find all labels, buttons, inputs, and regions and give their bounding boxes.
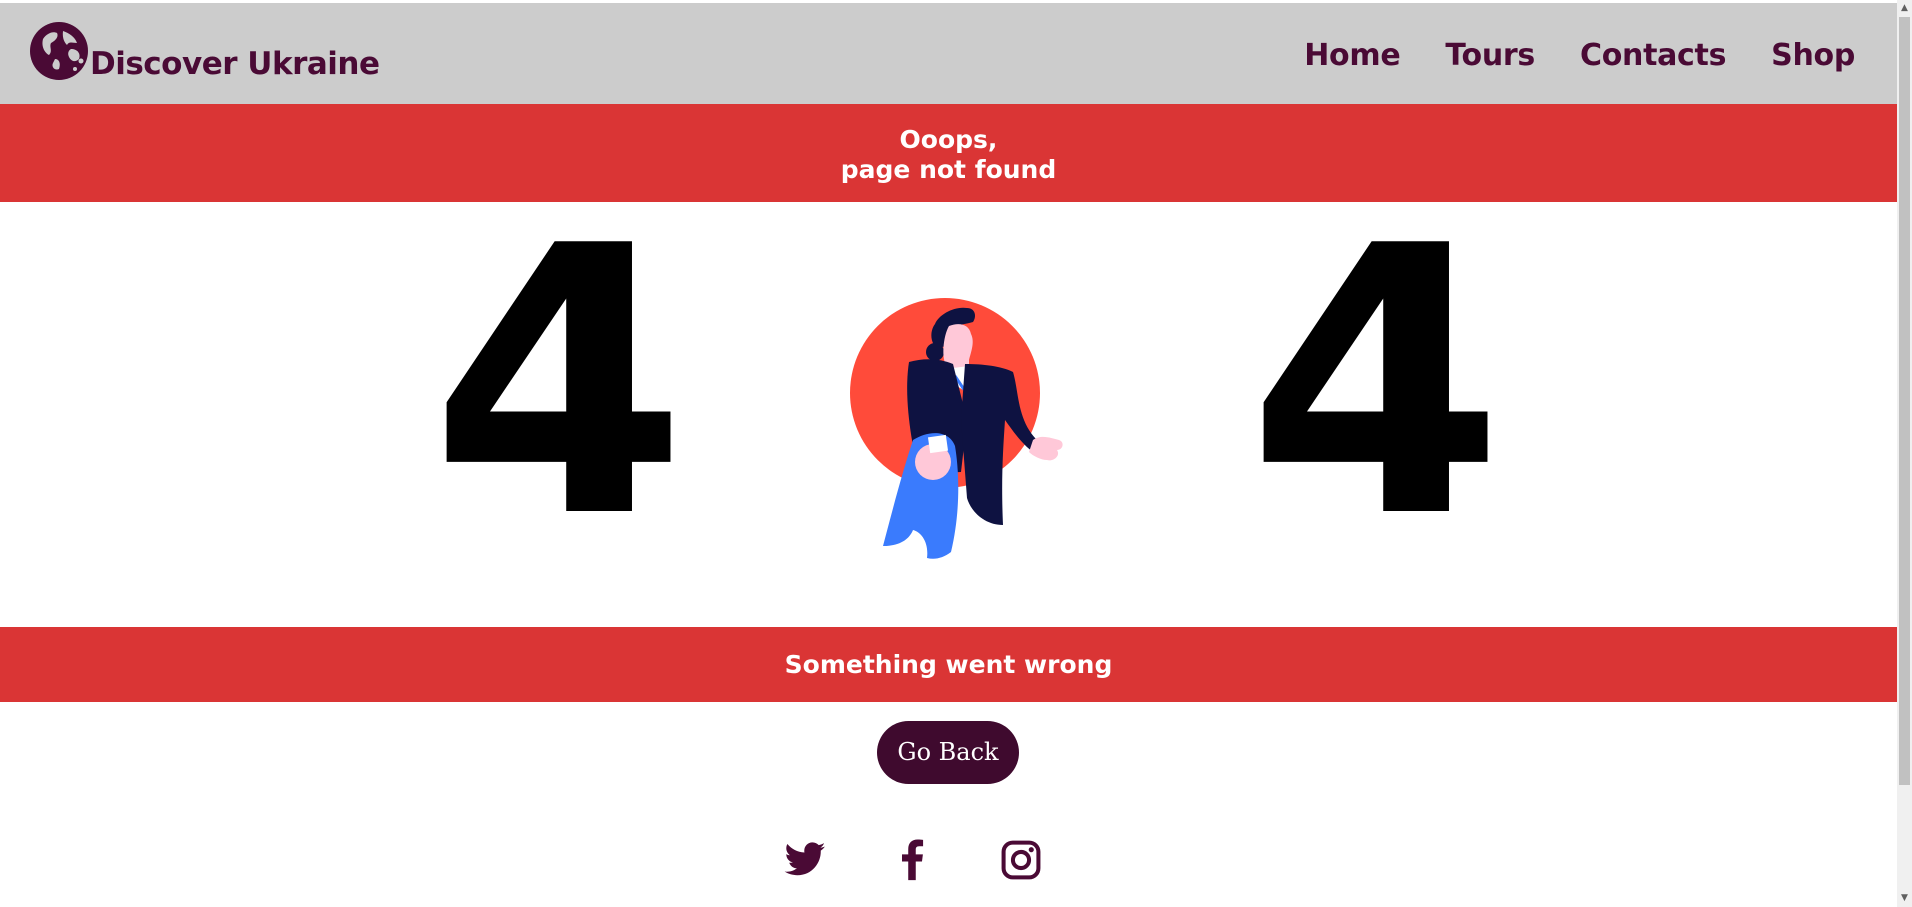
page: Discover Ukraine Home Tours Contacts Sho… [0, 0, 1897, 907]
error-404-display: 4 4 [0, 169, 1897, 627]
man-in-suit-illustration [850, 298, 1063, 559]
scroll-up-arrow-icon[interactable]: ▲ [1897, 0, 1912, 17]
scrollbar-thumb[interactable] [1899, 17, 1910, 785]
facebook-icon[interactable] [891, 838, 935, 882]
instagram-icon[interactable] [999, 838, 1043, 882]
error-digit-left: 4 [430, 169, 688, 599]
globe-icon [30, 22, 88, 80]
error-message: Something went wrong [784, 650, 1113, 679]
error-heading-line2: page not found [840, 155, 1057, 184]
error-digit-right: 4 [1247, 169, 1505, 599]
site-header: Discover Ukraine Home Tours Contacts Sho… [0, 3, 1897, 104]
nav-shop[interactable]: Shop [1771, 39, 1855, 73]
scroll-down-arrow-icon[interactable]: ▼ [1897, 890, 1912, 907]
main-nav: Home Tours Contacts Shop [1304, 39, 1855, 73]
brand-name: Discover Ukraine [90, 46, 380, 82]
go-back-button[interactable]: Go Back [877, 721, 1019, 784]
brand-logo[interactable]: Discover Ukraine [29, 21, 380, 82]
social-links [0, 838, 1897, 882]
error-message-banner: Something went wrong [0, 627, 1897, 702]
nav-home[interactable]: Home [1304, 39, 1400, 73]
error-heading-line1: Ooops, [899, 125, 998, 154]
nav-tours[interactable]: Tours [1445, 39, 1535, 73]
nav-contacts[interactable]: Contacts [1580, 39, 1726, 73]
twitter-icon[interactable] [783, 838, 827, 882]
error-heading-banner: Ooops, page not found [0, 104, 1897, 202]
vertical-scrollbar[interactable]: ▲ ▼ [1897, 0, 1912, 907]
